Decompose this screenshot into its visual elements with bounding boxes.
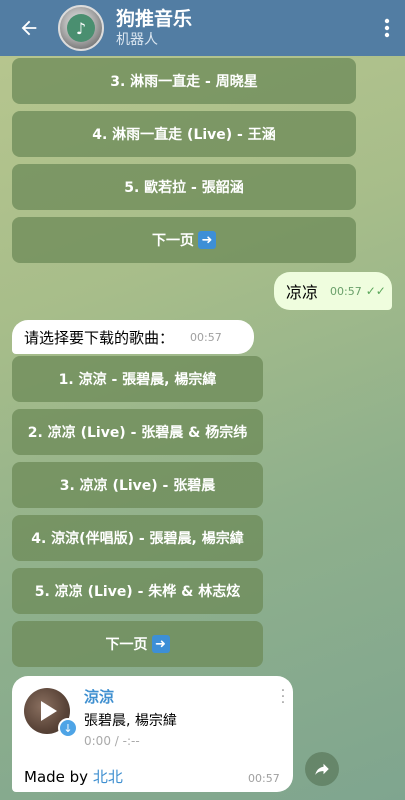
more-menu-button[interactable] xyxy=(369,0,405,56)
share-button[interactable] xyxy=(305,752,339,786)
chat-title-block[interactable]: 狗推音乐 机器人 xyxy=(116,7,369,49)
more-vertical-icon xyxy=(384,18,390,38)
chat-header: ♪ 狗推音乐 机器人 xyxy=(0,0,405,56)
audio-duration: 0:00 / -:-- xyxy=(84,734,140,748)
right-arrow-icon: ➜ xyxy=(198,231,216,249)
music-note-icon: ♪ xyxy=(67,14,95,42)
message-time: 00:57 xyxy=(330,284,362,298)
message-text: 凉凉 xyxy=(286,283,319,302)
song-button[interactable]: 5. 凉凉 (Live) - 朱桦 & 林志炫 xyxy=(12,568,263,614)
next-page-button[interactable]: 下一页 ➜ xyxy=(12,217,356,263)
message-time: 00:57 xyxy=(248,772,280,785)
bot-avatar[interactable]: ♪ xyxy=(58,5,104,51)
song-button[interactable]: 3. 凉凉 (Live) - 张碧晨 xyxy=(12,462,263,508)
share-arrow-icon xyxy=(315,763,329,775)
incoming-message[interactable]: 请选择要下载的歌曲： 00:57 xyxy=(12,320,254,354)
audio-artist: 張碧晨, 楊宗緯 xyxy=(84,713,177,729)
song-button[interactable]: 4. 淋雨一直走 (Live) - 王涵 xyxy=(12,111,356,157)
right-arrow-icon: ➜ xyxy=(151,635,170,653)
outgoing-message[interactable]: 凉凉 00:57 ✓✓ xyxy=(274,272,392,310)
caption-prefix: Made by xyxy=(24,768,93,786)
double-check-icon: ✓✓ xyxy=(365,284,386,298)
caption-link[interactable]: 北北 xyxy=(93,768,123,786)
message-text: 请选择要下载的歌曲： xyxy=(24,328,175,347)
song-button[interactable]: 5. 歐若拉 - 張韶涵 xyxy=(12,164,356,210)
song-button[interactable]: 1. 涼涼 - 張碧晨, 楊宗緯 xyxy=(12,356,263,402)
play-icon xyxy=(41,701,57,721)
song-button[interactable]: 2. 凉凉 (Live) - 张碧晨 & 杨宗纬 xyxy=(12,409,263,455)
audio-caption: Made by 北北 xyxy=(24,766,123,787)
next-page-button[interactable]: 下一页 ➜ xyxy=(12,621,263,667)
download-icon[interactable]: ↓ xyxy=(58,718,78,738)
audio-message[interactable]: ↓ 涼涼 張碧晨, 楊宗緯 0:00 / -:-- · · · Made by 北北… xyxy=(12,676,293,792)
chat-subtitle: 机器人 xyxy=(116,32,158,48)
audio-more-icon[interactable]: · · · xyxy=(278,684,288,710)
chat-title: 狗推音乐 xyxy=(116,8,193,30)
song-button[interactable]: 4. 涼涼(伴唱版) - 張碧晨, 楊宗緯 xyxy=(12,515,263,561)
message-time: 00:57 xyxy=(190,330,222,344)
audio-title: 涼涼 xyxy=(84,688,115,706)
back-arrow-icon xyxy=(21,20,37,36)
song-button[interactable]: 3. 淋雨一直走 - 周晓星 xyxy=(12,58,356,104)
back-button[interactable] xyxy=(0,0,58,56)
